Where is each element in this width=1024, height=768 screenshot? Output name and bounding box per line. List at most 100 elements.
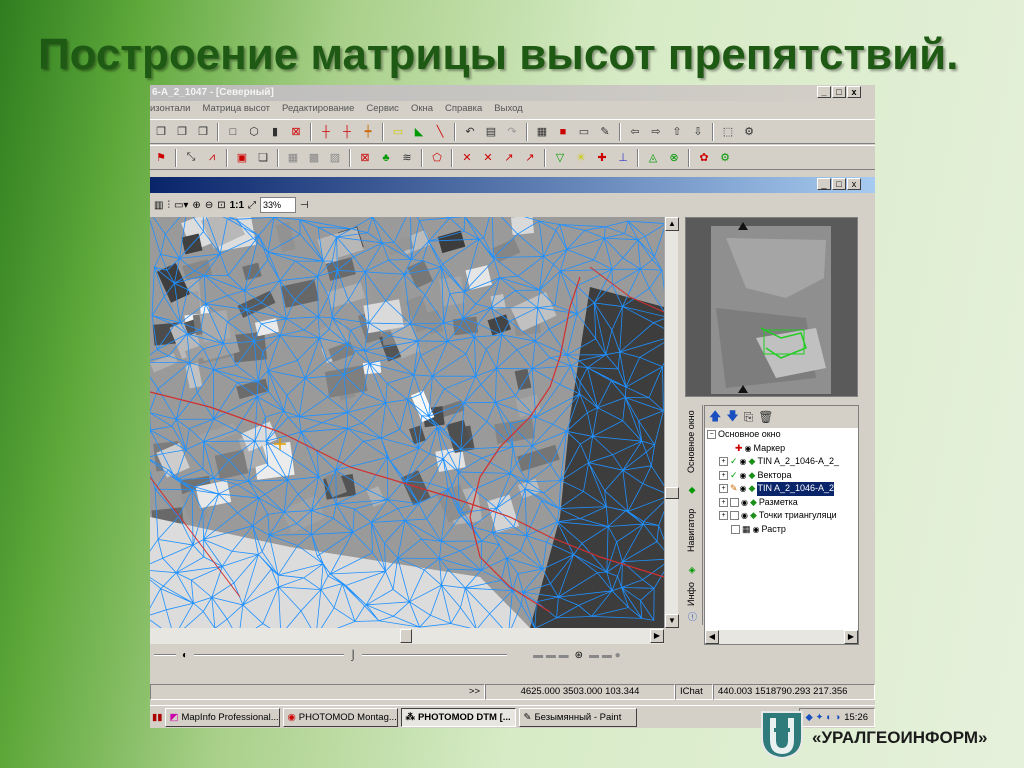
window-icon[interactable]: ▭ xyxy=(575,123,593,141)
grid-small-icon[interactable]: ▦ xyxy=(284,149,302,167)
diagonal-line-icon[interactable]: ⤡ xyxy=(182,149,200,167)
zoom-in-icon[interactable]: ⊕ xyxy=(192,200,200,211)
curve-icon[interactable]: ⌡ xyxy=(350,650,356,661)
check-icon[interactable]: ✓ xyxy=(730,455,738,469)
scroll-left-icon[interactable]: ◀ xyxy=(705,630,719,644)
arrow-down-icon[interactable]: 🡇 xyxy=(726,407,738,428)
layer-triangulation-points[interactable]: + ◉ ◆ Точки триангуляци xyxy=(707,509,858,523)
expand-icon[interactable]: + xyxy=(719,497,728,507)
x-3d-icon[interactable]: ✕ xyxy=(458,149,476,167)
task-paint[interactable]: ✎ Безымянный - Paint xyxy=(519,707,638,727)
left-slider[interactable] xyxy=(154,654,176,656)
zigzag-icon[interactable]: ⩘ xyxy=(203,149,221,167)
target-icon[interactable]: ⊛ xyxy=(575,650,583,661)
doc-maximize-button[interactable]: □ xyxy=(832,178,846,190)
eye-icon[interactable]: ◉ xyxy=(740,455,747,469)
menu-item-contours[interactable]: изонтали xyxy=(150,101,190,117)
x-2d-icon[interactable]: ✕ xyxy=(479,149,497,167)
document-icon[interactable]: ▤ xyxy=(482,123,500,141)
redo-icon[interactable]: ↷ xyxy=(503,123,521,141)
navigator-panel[interactable] xyxy=(685,217,858,397)
rectangle-icon[interactable]: □ xyxy=(224,123,242,141)
menu-item-windows[interactable]: Окна xyxy=(411,101,433,117)
doc-minimize-button[interactable]: _ xyxy=(817,178,831,190)
move-up-icon[interactable]: ⇧ xyxy=(668,123,686,141)
eye-icon[interactable]: ◉ xyxy=(740,469,747,483)
plus-arrow-icon[interactable]: ✚ xyxy=(593,149,611,167)
info-icon[interactable]: ⓘ xyxy=(686,610,702,624)
menu-item-height-matrix[interactable]: Матрица высот xyxy=(202,101,270,117)
stairs-icon[interactable]: ≋ xyxy=(398,149,416,167)
pentagon-icon[interactable]: ⬠ xyxy=(428,149,446,167)
brightness-slider[interactable] xyxy=(194,654,345,656)
contrast-icon[interactable]: ◐ xyxy=(182,650,188,661)
layer-markup[interactable]: + ◉ ◆ Разметка xyxy=(707,496,858,510)
eye-icon[interactable]: ◉ xyxy=(741,509,748,523)
horizontal-scrollbar[interactable]: ▶ xyxy=(150,628,664,644)
control-buttons-icon[interactable]: ▬ ▬ ▬ xyxy=(533,650,569,661)
move-right-icon[interactable]: ⇨ xyxy=(647,123,665,141)
eye-icon[interactable]: ◉ xyxy=(741,496,748,510)
stop-icon[interactable]: ■ xyxy=(554,123,572,141)
move-down-icon[interactable]: ⇩ xyxy=(689,123,707,141)
tray-icons[interactable]: ◆ ✦ ◐ ◑ xyxy=(806,712,841,723)
scroll-up-icon[interactable]: ▲ xyxy=(665,217,679,231)
layer-checkbox[interactable] xyxy=(730,511,739,521)
flag-icon[interactable]: ⚑ xyxy=(152,149,170,167)
layer-vectors[interactable]: + ✓ ◉ ◆ Вектора xyxy=(707,469,858,483)
layers-hscroll[interactable]: ◀ ▶ xyxy=(705,630,858,644)
delete-object-icon[interactable]: ⊠ xyxy=(287,123,305,141)
tab-layers-icon[interactable]: ◆ xyxy=(686,483,702,497)
arrow-3d-icon[interactable]: ↗ xyxy=(500,149,518,167)
menu-item-service[interactable]: Сервис xyxy=(366,101,399,117)
select-icon[interactable]: ⬚ xyxy=(719,123,737,141)
status-nav-glyph[interactable]: >> xyxy=(150,684,485,700)
undo-icon[interactable]: ↶ xyxy=(461,123,479,141)
hscroll-thumb[interactable] xyxy=(400,629,412,643)
sliders-icon[interactable]: ⫶ xyxy=(167,200,170,211)
polygon-icon[interactable]: ⬡ xyxy=(245,123,263,141)
red-square-icon[interactable]: ▣ xyxy=(233,149,251,167)
quick-launch-icon[interactable]: ▮▮ xyxy=(152,712,162,723)
move-left-icon[interactable]: ⇦ xyxy=(626,123,644,141)
task-mapinfo[interactable]: ◩ MapInfo Professional... xyxy=(165,707,281,727)
tree-root[interactable]: − Основное окно xyxy=(707,428,858,442)
status-chat[interactable]: IChat xyxy=(675,684,713,700)
zoom-input[interactable]: 33% xyxy=(260,197,297,213)
eye-icon[interactable]: ◉ xyxy=(753,523,760,537)
minimize-button[interactable]: _ xyxy=(817,86,831,98)
lz-icon[interactable]: ⊥ xyxy=(614,149,632,167)
object-icon[interactable]: ▮ xyxy=(266,123,284,141)
copy-alt-icon[interactable]: ❐ xyxy=(173,123,191,141)
layers-icon[interactable]: ❏ xyxy=(254,149,272,167)
scroll-thumb[interactable] xyxy=(665,487,679,499)
fit-icon[interactable]: ⤢ xyxy=(248,200,256,211)
task-photomod-montage[interactable]: ◉ PHOTOMOD Montag... xyxy=(283,707,399,727)
copy-icon[interactable]: ❐ xyxy=(152,123,170,141)
layer-tin-1[interactable]: + ✓ ◉ ◆ TIN A_2_1046-A_2_ xyxy=(707,455,858,469)
eye-icon[interactable]: ◉ xyxy=(740,482,747,496)
tab-main-window[interactable]: Основное окно xyxy=(686,407,702,477)
arrow-up-icon[interactable]: 🡅 xyxy=(709,407,721,428)
copy-icon[interactable]: ⎘ xyxy=(744,410,754,425)
expand-icon[interactable]: + xyxy=(719,457,728,467)
height-point-icon[interactable]: ┼ xyxy=(317,123,335,141)
folder-icon[interactable]: ▭ xyxy=(389,123,407,141)
triangle-green-icon[interactable]: ◬ xyxy=(644,149,662,167)
collapse-icon[interactable]: − xyxy=(707,430,716,440)
triangle-x-icon[interactable]: ⊗ xyxy=(665,149,683,167)
gear-icon[interactable]: ⚙ xyxy=(716,149,734,167)
scale-label[interactable]: 1:1 xyxy=(230,200,244,211)
eye-icon[interactable]: ◉ xyxy=(745,442,752,456)
layer-marker[interactable]: ✚ ◉ Маркер xyxy=(707,442,858,456)
height-line-icon[interactable]: ┿ xyxy=(359,123,377,141)
star-icon[interactable]: ✳ xyxy=(572,149,590,167)
cross-square-icon[interactable]: ⊠ xyxy=(356,149,374,167)
task-photomod-dtm[interactable]: ⁂ PHOTOMOD DTM [... xyxy=(401,707,517,727)
line-icon[interactable]: ╲ xyxy=(431,123,449,141)
menu-item-exit[interactable]: Выход xyxy=(494,101,522,117)
menu-item-edit[interactable]: Редактирование xyxy=(282,101,354,117)
layout-buttons-icon[interactable]: ▬ ▬ ● xyxy=(589,650,621,661)
flower-icon[interactable]: ✿ xyxy=(695,149,713,167)
trash-icon[interactable]: 🗑 xyxy=(758,410,773,424)
